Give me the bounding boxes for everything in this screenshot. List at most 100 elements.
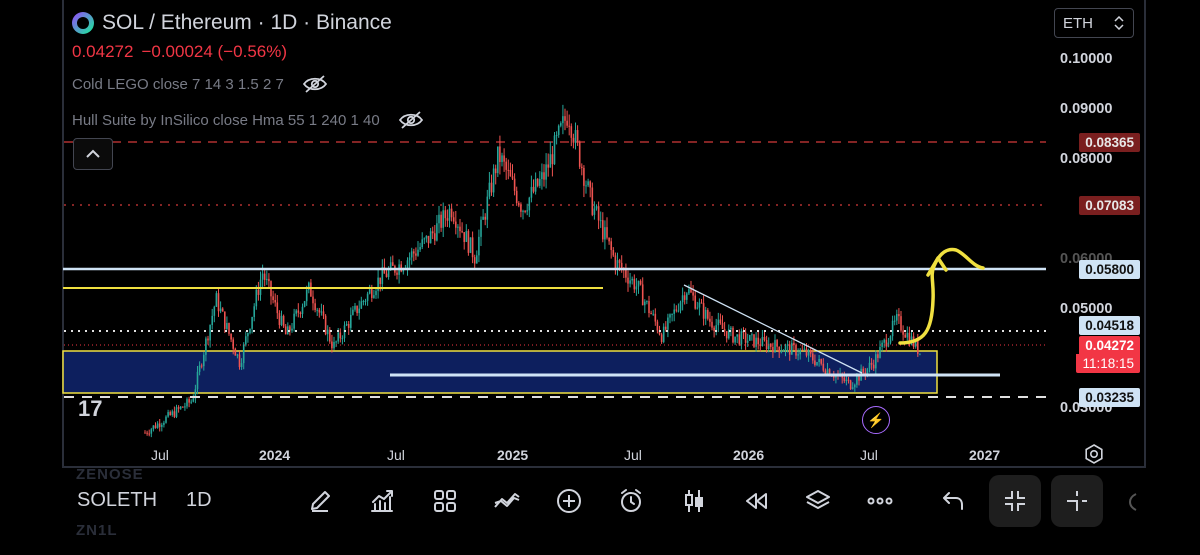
candle-body [303, 301, 306, 307]
candle-body [858, 376, 860, 381]
indicators-button[interactable] [367, 486, 397, 516]
candle-body [851, 387, 854, 389]
candle-body [677, 310, 680, 312]
candle-body [440, 214, 442, 228]
candle-body [627, 277, 629, 284]
candle-body [602, 220, 604, 240]
candle-body [289, 326, 291, 331]
candle-body [406, 260, 409, 269]
candle-body [196, 371, 199, 390]
candle-body [503, 155, 505, 162]
candle-body [410, 251, 413, 258]
candle-body [385, 273, 388, 277]
candle-body [226, 323, 228, 329]
candle-body [263, 273, 266, 280]
candle-body [625, 270, 627, 278]
candle-body [177, 407, 180, 409]
layers-button[interactable] [803, 486, 833, 516]
candle-body [881, 342, 883, 347]
partial-icon[interactable] [1124, 492, 1138, 512]
candle-body [662, 326, 665, 342]
candle-body [707, 309, 709, 319]
candle-body [211, 315, 214, 326]
candle-body [511, 176, 514, 179]
ghost-text-top: ZENOSE [76, 466, 144, 483]
candle-body [240, 363, 243, 368]
candle-body [249, 328, 251, 334]
candle-body [161, 424, 163, 427]
price-axis-label: 0.09000 [1060, 101, 1113, 117]
candle-body [646, 301, 648, 303]
indicator-label-1[interactable]: Cold LEGO close 7 14 3 1.5 2 7 [72, 76, 284, 93]
price-tag-support: 0.03235 [1079, 388, 1140, 407]
candle-body [744, 332, 747, 343]
undo-button[interactable] [938, 486, 968, 516]
candle-body [484, 216, 487, 220]
candle-body [765, 340, 768, 350]
candle-body [221, 308, 224, 312]
candle-body [641, 284, 644, 306]
layout-button[interactable] [430, 486, 460, 516]
symbol-button[interactable]: SOLETH [77, 489, 157, 512]
candle-body [253, 306, 256, 317]
more-button[interactable] [865, 486, 895, 516]
crosshair-button[interactable] [1051, 475, 1103, 527]
candle-body [761, 336, 764, 346]
drawing-pen-button[interactable] [305, 486, 335, 516]
chart-type-button[interactable] [679, 486, 709, 516]
candle-body [415, 253, 417, 256]
currency-select[interactable]: ETH [1054, 8, 1134, 38]
candle-body [673, 309, 676, 314]
settings-icon[interactable] [1083, 443, 1105, 465]
time-axis-label: 2025 [497, 447, 529, 463]
candle-body [444, 210, 447, 219]
candle-body [144, 432, 146, 434]
candle-body [583, 167, 585, 186]
candle-body [591, 187, 594, 215]
candle-body [486, 196, 489, 220]
exit-fullscreen-button[interactable] [989, 475, 1041, 527]
candle-body [431, 231, 434, 234]
candle-body [610, 241, 613, 251]
symbol-title[interactable]: SOL / Ethereum · 1D · Binance [102, 11, 392, 35]
candle-body [224, 311, 226, 329]
indicator-row-1[interactable]: Cold LEGO close 7 14 3 1.5 2 7 [72, 72, 424, 96]
candle-body [534, 178, 537, 192]
layers-icon [806, 490, 830, 509]
candle-body [652, 313, 655, 315]
candle-body [354, 305, 356, 310]
lightning-icon[interactable]: ⚡ [862, 406, 890, 434]
candle-body [862, 368, 865, 373]
candle-body [207, 338, 209, 341]
candle-body [849, 380, 852, 389]
indicator-row-2[interactable]: Hull Suite by InSilico close Hma 55 1 24… [72, 108, 424, 132]
symbol-title-row[interactable]: SOL / Ethereum · 1D · Binance [72, 8, 424, 38]
collapse-legend-button[interactable] [73, 138, 113, 170]
replay-button[interactable] [741, 486, 771, 516]
add-button[interactable] [554, 486, 584, 516]
price-change: −0.00024 (−0.56%) [141, 42, 288, 61]
alert-button[interactable] [616, 486, 646, 516]
candle-body [732, 327, 734, 343]
candle-body [501, 155, 503, 163]
indicator-label-2[interactable]: Hull Suite by InSilico close Hma 55 1 24… [72, 112, 380, 129]
eye-hidden-icon[interactable] [398, 110, 424, 130]
candle-body [740, 331, 743, 345]
interval-button[interactable]: 1D [186, 489, 212, 512]
candle-body [299, 312, 302, 314]
candle-body [526, 210, 529, 212]
candle-body [757, 337, 760, 345]
candle-body [866, 368, 869, 375]
candle-body [188, 399, 190, 403]
compare-button[interactable] [492, 486, 522, 516]
eye-hidden-icon[interactable] [302, 74, 328, 94]
candle-body [530, 186, 533, 198]
price-tag-red-dotted: 0.07083 [1079, 196, 1140, 215]
candle-body [637, 280, 640, 287]
candle-body [717, 319, 720, 326]
candle-body [463, 232, 466, 242]
candle-body [893, 320, 896, 322]
candle-body [245, 336, 247, 345]
candle-body [350, 314, 352, 328]
candle-body [694, 295, 697, 309]
